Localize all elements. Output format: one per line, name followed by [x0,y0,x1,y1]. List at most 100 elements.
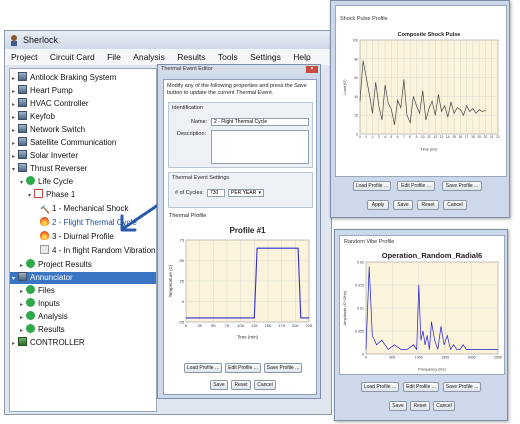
tree-item-antilock[interactable]: ▸ Antilock Braking System [12,72,116,84]
menu-settings[interactable]: Settings [250,52,281,62]
thermal-editor-body: Modify any of the following properties a… [163,79,317,395]
x-tick-label: 16 [459,135,463,139]
chart-title: Composite Shock Pulse [398,32,461,38]
tree-item-analysis[interactable]: ▸ Analysis [20,311,68,323]
y-tick-label: 0.015 [355,284,364,288]
tree-item-hvac[interactable]: ▸ HVAC Controller [12,98,89,110]
data-point [381,339,383,341]
x-axis-label: Time (min) [237,335,259,340]
random-vibe-panel: Random Vibe Profile Operation_Random_Rad… [334,229,508,421]
hammer-icon: 🔨 [40,205,50,214]
tree-item-random-vibration[interactable]: 4 - In flight Random Vibration [40,245,155,257]
tree-item-thrust-reverser[interactable]: ▾ Thrust Reverser [12,163,87,175]
data-point [478,109,480,110]
menu-tools[interactable]: Tools [218,52,238,62]
thermal-event-editor: Thermal Event Editor ✕ Modify any of the… [157,64,321,399]
thermal-instructions: Modify any of the following properties a… [167,83,307,96]
tree-item-inputs[interactable]: ▸ Inputs [20,298,60,310]
tree-item-files[interactable]: ▸ Files [20,285,55,297]
data-point [472,349,473,350]
data-point [387,349,389,350]
load-profile-button[interactable]: Load Profile ... [184,363,222,373]
description-field[interactable] [211,130,309,164]
data-point [369,94,370,95]
x-tick-label: 200 [292,323,299,328]
close-icon[interactable]: ✕ [306,66,318,73]
vibe-save-button[interactable]: Save [389,401,407,411]
y-tick-label: -25 [178,320,185,325]
tree-item-phase-1[interactable]: ▾ Phase 1 [28,189,75,201]
data-point [424,344,426,346]
name-field[interactable]: 2 - Flight Thermal Cycle [211,118,309,126]
menu-help[interactable]: Help [293,52,310,62]
chevron-down-icon: ▾ [258,190,261,196]
menu-circuit-card[interactable]: Circuit Card [50,52,95,62]
tree-item-keyfob[interactable]: ▸ Keyfob [12,111,55,123]
tree-item-diurnal-profile[interactable]: 3 - Diurnal Profile [40,231,114,243]
x-tick-label: 150 [265,323,272,328]
data-point [254,317,255,319]
shock-save-button[interactable]: Save [393,200,413,210]
shock-save-profile-button[interactable]: Save Profile ... [442,181,482,191]
data-point [256,247,258,249]
edit-profile-button[interactable]: Edit Profile ... [225,363,261,373]
circuit-card-icon [18,98,27,107]
data-point [422,90,423,92]
shock-section-label: Shock Pulse Profile [340,16,388,22]
shock-reset-button[interactable]: Reset [417,200,439,210]
menu-file[interactable]: File [107,52,121,62]
y-tick-label: 0.02 [357,261,364,265]
tree-item-life-cycle[interactable]: ▾ Life Cycle [20,176,73,188]
circuit-card-icon [18,72,27,81]
y-tick-label: 0.005 [355,330,364,334]
data-point [418,284,420,286]
shock-apply-button[interactable]: Apply [367,200,389,210]
data-point [443,344,445,346]
thermal-settings-label: Thermal Event Settings [172,175,230,181]
circuit-card-icon [18,137,27,146]
identification-group: Identification Name: 2 - Flight Thermal … [168,102,313,168]
phase-icon [34,189,43,198]
tree-item-solar-inverter[interactable]: ▸ Solar Inverter [12,150,78,162]
circuit-card-icon [18,272,27,281]
tree-item-controller[interactable]: ▸ CONTROLLER [12,337,85,349]
cycles-unit-select[interactable]: PER YEAR ▾ [228,189,264,197]
vibe-cancel-button[interactable]: Cancel [433,401,455,411]
save-button[interactable]: Save [210,380,228,390]
cycles-field[interactable]: 730 [207,189,225,197]
vibe-edit-profile-button[interactable]: Edit Profile ... [403,382,439,392]
menu-analysis[interactable]: Analysis [133,52,165,62]
tree-item-heart-pump[interactable]: ▸ Heart Pump [12,85,73,97]
x-tick-label: 12 [433,135,437,139]
data-point [450,349,451,350]
x-tick-label: 11 [427,135,431,139]
data-point [413,344,414,346]
y-axis-label: Load (G) [343,79,347,95]
x-tick-label: 25 [197,323,202,328]
shock-edit-profile-button[interactable]: Edit Profile ... [397,181,435,191]
reset-button[interactable]: Reset [231,380,251,390]
data-point [466,349,467,350]
save-profile-button[interactable]: Save Profile ... [264,363,302,373]
vibe-reset-button[interactable]: Reset [410,401,430,411]
tree-item-satellite[interactable]: ▸ Satellite Communication [12,137,116,149]
tree-item-network-switch[interactable]: ▸ Network Switch [12,124,85,136]
menu-results[interactable]: Results [177,52,205,62]
vibe-load-profile-button[interactable]: Load Profile ... [361,382,399,392]
tree-item-project-results[interactable]: ▸ Project Results [20,259,92,271]
data-point [391,109,392,110]
tree-item-annunciator[interactable]: ▾ Annunciator [10,272,156,284]
data-point [440,326,442,327]
vibe-save-profile-button[interactable]: Save Profile ... [443,382,481,392]
tree-item-results[interactable]: ▸ Results [20,324,65,336]
x-tick-label: 4 [384,135,386,139]
x-tick-label: 13 [440,135,444,139]
menu-project[interactable]: Project [11,52,37,62]
shock-cancel-button[interactable]: Cancel [443,200,467,210]
thermal-settings-group: Thermal Event Settings # of Cycles: 730 … [168,172,313,208]
shock-load-profile-button[interactable]: Load Profile ... [353,181,391,191]
x-tick-label: 75 [225,323,230,328]
data-point [475,113,477,114]
data-point [362,60,364,61]
cancel-button[interactable]: Cancel [254,380,276,390]
